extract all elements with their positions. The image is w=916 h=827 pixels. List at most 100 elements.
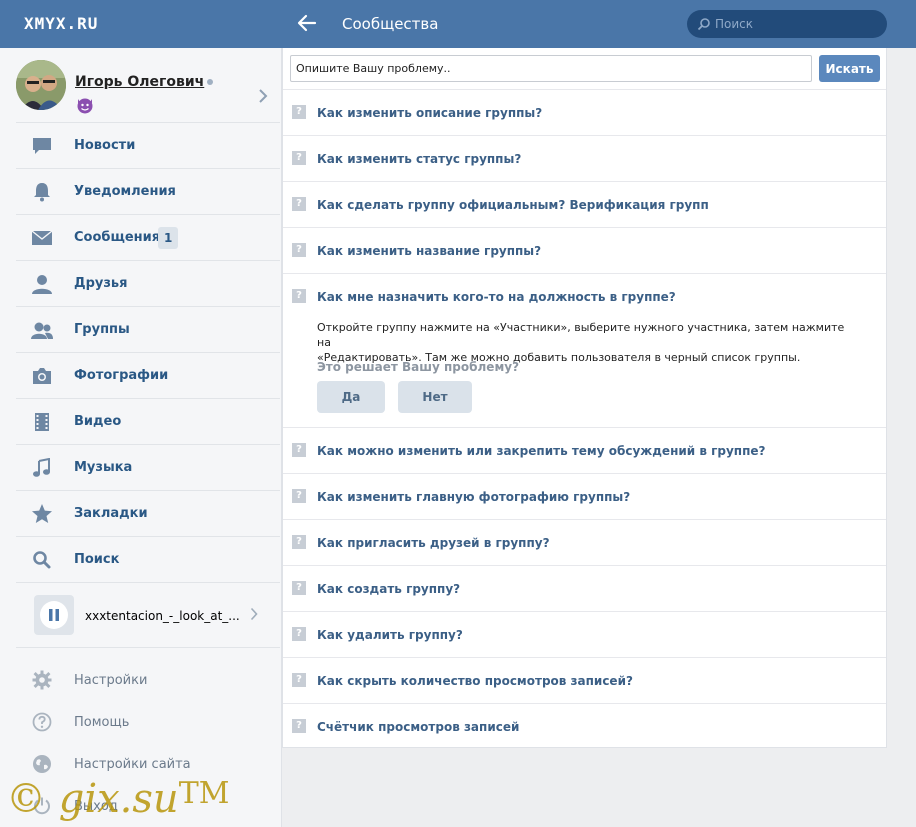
menu-item-label: Сообщения [74,230,161,245]
person-icon [32,275,52,294]
menu-item-label: Новости [74,138,136,153]
menu-item-label: Группы [74,322,130,337]
menu-item-help[interactable]: Помощь [16,700,280,742]
pause-button[interactable] [34,595,74,635]
news-icon [33,138,51,154]
menu-item-music[interactable]: Музыка [16,444,280,490]
menu-item-label: Фотографии [74,368,169,383]
menu-item-photos[interactable]: Фотографии [16,352,280,398]
faq-item[interactable]: ? Как изменить главную фотографию группы… [283,474,886,520]
faq-item[interactable]: ? Как создать группу? [283,566,886,612]
pause-icon [49,609,59,621]
faq-question[interactable]: Как изменить статус группы? [317,152,521,166]
faq-item[interactable]: ? Как можно изменить или закрепить тему … [283,428,886,474]
question-mark-icon: ? [292,719,306,733]
gear-icon [32,670,52,690]
faq-item[interactable]: ? Как удалить группу? [283,612,886,658]
faq-question[interactable]: Счётчик просмотров записей [317,720,519,734]
faq-question[interactable]: Как сделать группу официальным? Верифика… [317,198,709,212]
faq-question[interactable]: Как можно изменить или закрепить тему об… [317,444,765,458]
back-arrow-icon[interactable] [296,12,318,34]
menu-item-news[interactable]: Новости [16,122,280,168]
question-mark-icon: ? [292,151,306,165]
faq-item[interactable]: ? Как изменить название группы? [283,228,886,274]
track-title[interactable]: xxxtentacion_-_look_at_... [85,609,245,623]
faq-question[interactable]: Как удалить группу? [317,628,463,642]
faq-question[interactable]: Как изменить главную фотографию группы? [317,490,630,504]
faq-question[interactable]: Как мне назначить кого-то на должность в… [317,290,676,304]
envelope-icon [31,230,53,245]
film-icon [35,413,49,431]
question-mark-icon: ? [292,289,306,303]
faq-item[interactable]: ? Как скрыть количество просмотров запис… [283,658,886,704]
faq-answer: Откройте группу нажмите на «Участники», … [317,320,857,365]
audio-player[interactable]: xxxtentacion_-_look_at_... [16,582,280,648]
page-title: Сообщества [342,15,439,33]
helpful-prompt: Это решает Вашу проблему? [317,360,520,374]
faq-item[interactable]: ? Как изменить статус группы? [283,136,886,182]
unread-count-badge: 1 [158,227,179,249]
faq-question[interactable]: Как изменить описание группы? [317,106,542,120]
menu-item-label: Настройки [74,673,148,688]
faq-item[interactable]: ? Как пригласить друзей в группу? [283,520,886,566]
star-icon [32,504,52,523]
devil-emoji-icon [77,98,93,114]
question-mark-icon: ? [292,243,306,257]
faq-question[interactable]: Как создать группу? [317,582,460,596]
faq-item[interactable]: ? Счётчик просмотров записей [283,704,886,750]
online-indicator [207,79,213,85]
faq-question[interactable]: Как пригласить друзей в группу? [317,536,550,550]
search-button[interactable]: Искать [819,55,880,82]
bell-icon [34,183,50,202]
menu-item-settings[interactable]: Настройки [16,658,280,700]
question-mark-icon: ? [292,105,306,119]
faq-item[interactable]: ? Как сделать группу официальным? Верифи… [283,182,886,228]
question-mark-icon: ? [292,489,306,503]
problem-search-input[interactable] [290,55,812,82]
avatar-photo [16,60,66,110]
menu-item-label: Друзья [74,276,128,291]
menu-item-label: Поиск [74,552,120,567]
menu-item-video[interactable]: Видео [16,398,280,444]
menu-item-bookmarks[interactable]: Закладки [16,490,280,536]
chevron-right-icon[interactable] [250,607,258,621]
question-mark-icon: ? [292,197,306,211]
watermark: © gix.suTM [6,776,229,822]
profile-block[interactable]: Игорь Олегович [16,60,282,122]
menu-item-notifications[interactable]: Уведомления [16,168,280,214]
faq-list: ? Как изменить описание группы? ? Как из… [283,90,886,750]
question-mark-icon: ? [292,535,306,549]
question-mark-icon: ? [292,581,306,595]
yes-button[interactable]: Да [317,381,385,413]
faq-question[interactable]: Как скрыть количество просмотров записей… [317,674,633,688]
search-icon [33,551,51,569]
menu-item-messages[interactable]: Сообщения 1 [16,214,280,260]
avatar[interactable] [16,60,66,110]
trademark-symbol: TM [178,776,230,811]
sidebar: Игорь Олегович Новости Уведомления Сообщ… [0,48,282,827]
menu-item-label: Настройки сайта [74,757,191,772]
site-logo[interactable]: XMYX.RU [24,14,98,33]
faq-question[interactable]: Как изменить название группы? [317,244,541,258]
menu-item-search[interactable]: Поиск [16,536,280,582]
menu-item-label: Закладки [74,506,148,521]
top-bar: XMYX.RU Сообщества Поиск [0,0,916,48]
search-icon [697,18,710,31]
globe-icon [33,755,51,773]
menu-item-label: Видео [74,414,122,429]
question-mark-icon: ? [292,673,306,687]
menu-item-label: Уведомления [74,184,176,199]
group-icon [31,322,53,339]
faq-item[interactable]: ? Как изменить описание группы? [283,90,886,136]
menu-item-friends[interactable]: Друзья [16,260,280,306]
no-button[interactable]: Нет [398,381,472,413]
top-search-input[interactable]: Поиск [687,10,887,38]
watermark-text: gix.su [58,776,179,822]
profile-name[interactable]: Игорь Олегович [75,74,204,90]
chevron-right-icon[interactable] [258,88,268,104]
menu-item-groups[interactable]: Группы [16,306,280,352]
faq-item-expanded[interactable]: ? Как мне назначить кого-то на должность… [283,274,886,428]
help-icon [32,712,52,732]
search-placeholder: Поиск [715,17,754,31]
question-mark-icon: ? [292,627,306,641]
